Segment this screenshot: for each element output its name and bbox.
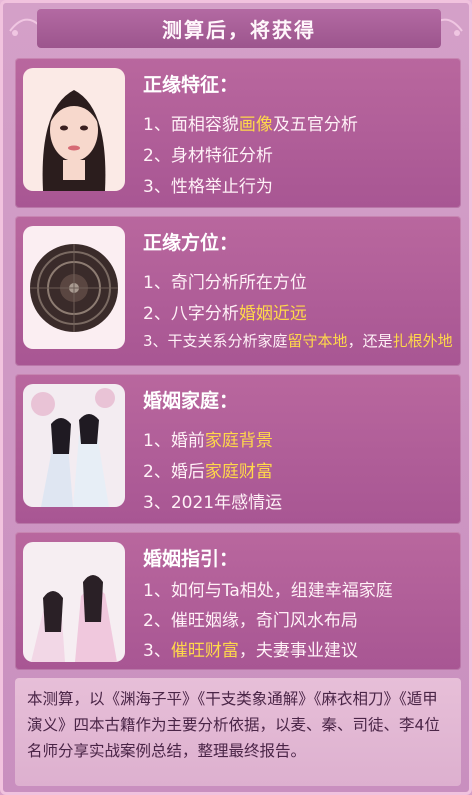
card-partner-direction: 正缘方位： 1、奇门分析所在方位 2、八字分析婚姻近远 3、干支关系分析家庭留守… [15,216,461,366]
couple-illustration-icon [23,384,125,507]
card-line: 2、八字分析婚姻近远 [143,304,307,324]
card-title: 正缘特征： [143,74,239,96]
card-line: 3、性格举止行为 [143,177,273,197]
card-marriage-guidance: 婚姻指引： 1、如何与Ta相处，组建幸福家庭 2、催旺姻缘，奇门风水布局 3、催… [15,532,461,670]
card-title: 婚姻家庭： [143,390,239,412]
women-illustration-icon [23,542,125,662]
page-title: 测算后，将获得 [162,17,316,42]
card-line: 3、2021年感情运 [143,493,283,513]
card-line: 3、干支关系分析家庭留守本地，还是扎根外地 [143,332,453,350]
card-line: 2、婚后家庭财富 [143,462,273,482]
woman-portrait-icon [23,68,125,191]
card-line: 3、催旺财富，夫妻事业建议 [143,641,358,661]
analysis-basis-note: 本测算，以《渊海子平》《干支类象通解》《麻衣相刀》《遁甲演义》四本古籍作为主要分… [15,678,461,786]
card-title: 正缘方位： [143,232,239,254]
card-line: 1、面相容貌画像及五官分析 [143,115,358,135]
compass-icon [23,226,125,349]
card-line: 2、身材特征分析 [143,146,273,166]
footer-text: 本测算，以《渊海子平》《干支类象通解》《麻衣相刀》《遁甲演义》四本古籍作为主要分… [27,690,440,760]
card-marriage-family: 婚姻家庭： 1、婚前家庭背景 2、婚后家庭财富 3、2021年感情运 [15,374,461,524]
result-benefits-panel: 测算后，将获得 正缘特征： 1、面相容貌画像及五官分析 2、身材特征分析 3、性… [0,0,472,795]
card-line: 2、催旺姻缘，奇门风水布局 [143,611,358,631]
section-header: 测算后，将获得 [37,8,441,48]
card-line: 1、婚前家庭背景 [143,431,273,451]
card-line: 1、奇门分析所在方位 [143,273,307,293]
card-line: 1、如何与Ta相处，组建幸福家庭 [143,581,393,601]
card-partner-features: 正缘特征： 1、面相容貌画像及五官分析 2、身材特征分析 3、性格举止行为 [15,58,461,208]
card-title: 婚姻指引： [143,548,239,570]
